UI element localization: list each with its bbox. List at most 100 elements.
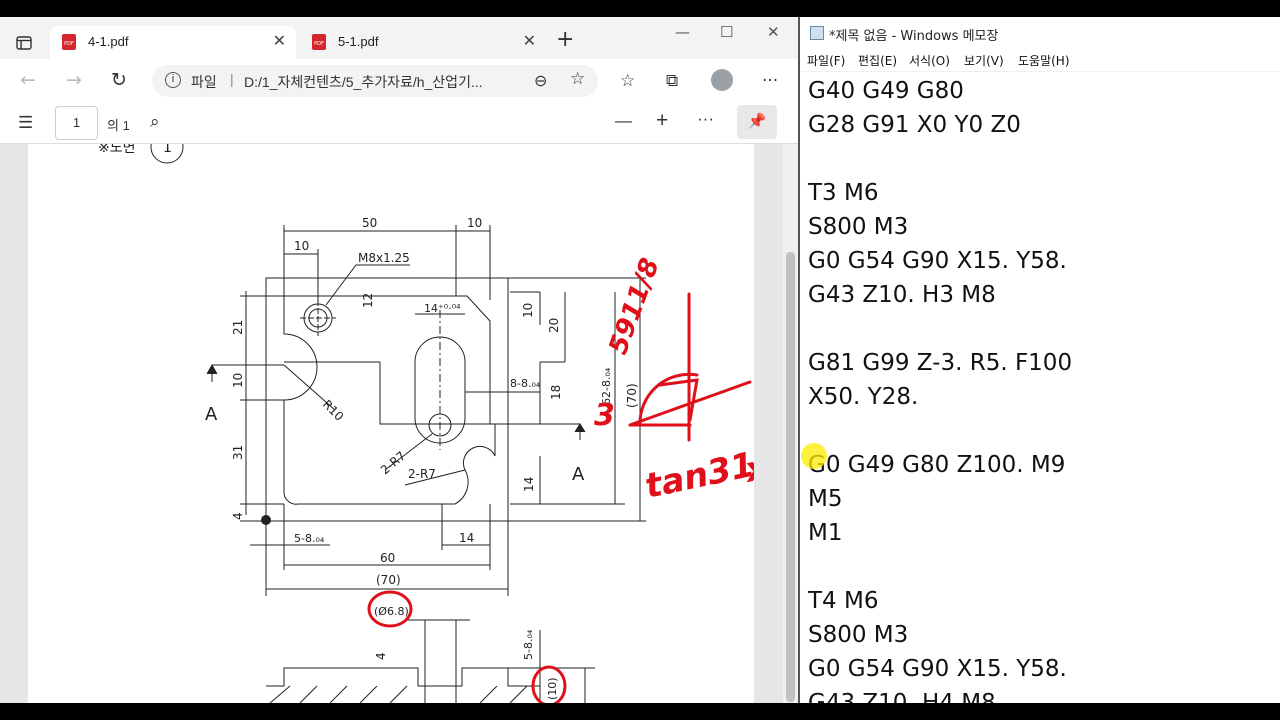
handwritten-note: 5911/8 [603,254,665,358]
browser-window: PDF 4-1.pdf ✕ PDF 5-1.pdf ✕ + — ☐ ✕ ← → … [0,17,798,703]
pdf-page: ※노면 1 50 10 10 M8x1.25 12 14⁺⁰·⁰⁴ 10 20 … [28,144,754,703]
dim-label: 2-R7 [378,449,408,478]
pin-toolbar-icon[interactable]: 📌 [737,105,777,139]
zoom-icon[interactable]: ⊖ [534,71,547,91]
page-count: 의 1 [107,118,130,133]
code-line: S800 M3 [808,214,909,240]
address-bar[interactable]: i 파일 | D:/1_자체컨텐츠/5_추가자료/h_산업기... ⊖ ☆ [152,65,598,97]
notepad-titlebar: *제목 없음 - Windows 메모장 [800,17,1280,47]
technical-drawing: ※노면 1 50 10 10 M8x1.25 12 14⁺⁰·⁰⁴ 10 20 … [98,144,754,703]
dim-label: M8x1.25 [358,251,410,265]
code-line: T3 M6 [808,180,879,206]
code-line: G81 G99 Z-3. R5. F100 [808,350,1073,376]
mouse-cursor-highlight [801,443,827,469]
dim-label: 10 [231,373,245,388]
add-favorite-icon[interactable]: ☆ [570,69,585,89]
pdf-file-icon: PDF [312,34,326,50]
dim-label: 4 [231,512,245,520]
notepad-title: *제목 없음 - Windows 메모장 [829,29,999,44]
tab-actions-icon[interactable] [16,36,32,50]
maximize-icon[interactable]: ☐ [720,23,733,41]
info-icon[interactable]: i [165,72,181,88]
tab-strip: PDF 4-1.pdf ✕ PDF 5-1.pdf ✕ + — ☐ ✕ [0,17,798,59]
section-mark: A [572,464,585,485]
more-options-icon[interactable]: ··· [697,109,714,129]
dim-label: 12 [361,293,375,308]
new-tab-icon[interactable]: + [556,29,574,51]
close-tab-icon[interactable]: ✕ [273,31,286,50]
code-line: T4 M6 [808,588,879,614]
menu-edit[interactable]: 편집(E) [858,52,897,69]
bottom-letterbox [0,703,1280,720]
pdf-toolbar: ☰ 1 의 1 ⌕ — + ··· 📌 [0,103,798,144]
dim-label: 50 [362,216,377,230]
top-letterbox [0,0,1280,17]
svg-text:PDF: PDF [314,41,324,47]
code-line: M1 [808,520,843,546]
tab-4-1-pdf[interactable]: PDF 4-1.pdf ✕ [50,26,296,59]
header-note: ※노면 [98,144,136,156]
dim-label: R10 [320,397,347,424]
code-line: G0 G54 G90 X15. Y58. [808,656,1067,682]
vertical-scrollbar[interactable] [783,144,798,703]
avatar[interactable] [711,69,733,91]
tab-label: 4-1.pdf [88,34,129,49]
dim-label: 5-8.₀₄ [294,532,325,545]
handwritten-note: 3 [594,398,615,433]
dim-label: 31 [231,445,245,460]
dim-label: 2-R7 [408,467,436,481]
refresh-icon[interactable]: ↻ [111,69,127,91]
scrollbar-thumb[interactable] [786,252,795,702]
contents-icon[interactable]: ☰ [18,113,33,133]
minimize-icon[interactable]: — [675,23,690,41]
close-window-icon[interactable]: ✕ [767,23,780,41]
address-toolbar: ← → ↻ i 파일 | D:/1_자체컨텐츠/5_추가자료/h_산업기... … [0,59,798,104]
page-number-input[interactable]: 1 [55,106,98,140]
zoom-in-icon[interactable]: + [656,109,668,133]
pdf-viewer[interactable]: ※노면 1 50 10 10 M8x1.25 12 14⁺⁰·⁰⁴ 10 20 … [0,144,798,703]
notepad-text-area[interactable]: G40 G49 G80 G28 G91 X0 Y0 Z0 T3 M6 S800 … [808,74,1278,720]
dim-label: 60 [380,551,395,565]
zoom-out-icon[interactable]: — [615,111,632,131]
code-line: X50. Y28. [808,384,919,410]
forward-icon[interactable]: → [66,69,82,91]
code-line: G0 G54 G90 X15. Y58. [808,248,1067,274]
close-tab-icon[interactable]: ✕ [523,31,536,50]
dim-label: 4 [374,652,388,660]
dim-label: 14 [459,531,474,545]
dim-label: 21 [231,320,245,335]
more-menu-icon[interactable]: ··· [762,71,778,91]
dim-label: 5-8.₀₄ [522,629,535,660]
tab-5-1-pdf[interactable]: PDF 5-1.pdf ✕ [300,26,546,59]
code-line: S800 M3 [808,622,909,648]
menu-file[interactable]: 파일(F) [807,52,845,69]
pdf-file-icon: PDF [62,34,76,50]
dim-label: (70) [625,383,639,408]
dim-label: 14⁺⁰·⁰⁴ [424,302,461,315]
url-path: D:/1_자체컨텐츠/5_추가자료/h_산업기... [244,74,483,90]
dim-label: 10 [294,239,309,253]
search-icon[interactable]: ⌕ [150,112,160,132]
dim-label: 10 [467,216,482,230]
code-line: M5 [808,486,843,512]
dim-label: (Ø6.8) [374,605,409,618]
svg-text:PDF: PDF [64,41,74,47]
handwritten-note: tan31 [642,445,754,507]
code-line: G43 Z10. H3 M8 [808,282,996,308]
dim-label: 18 [549,385,563,400]
collections-icon[interactable]: ⧉ [666,71,678,91]
dim-label: 20 [547,318,561,333]
back-icon[interactable]: ← [20,69,36,91]
favorites-icon[interactable]: ☆ [620,71,635,91]
menu-help[interactable]: 도움말(H) [1018,52,1070,69]
menu-format[interactable]: 서식(O) [909,52,950,69]
menu-view[interactable]: 보기(V) [964,52,1004,69]
tab-label: 5-1.pdf [338,34,379,49]
dim-label: (10) [546,677,559,700]
url-protocol: 파일 [191,74,217,90]
code-line: G40 G49 G80 [808,78,964,104]
